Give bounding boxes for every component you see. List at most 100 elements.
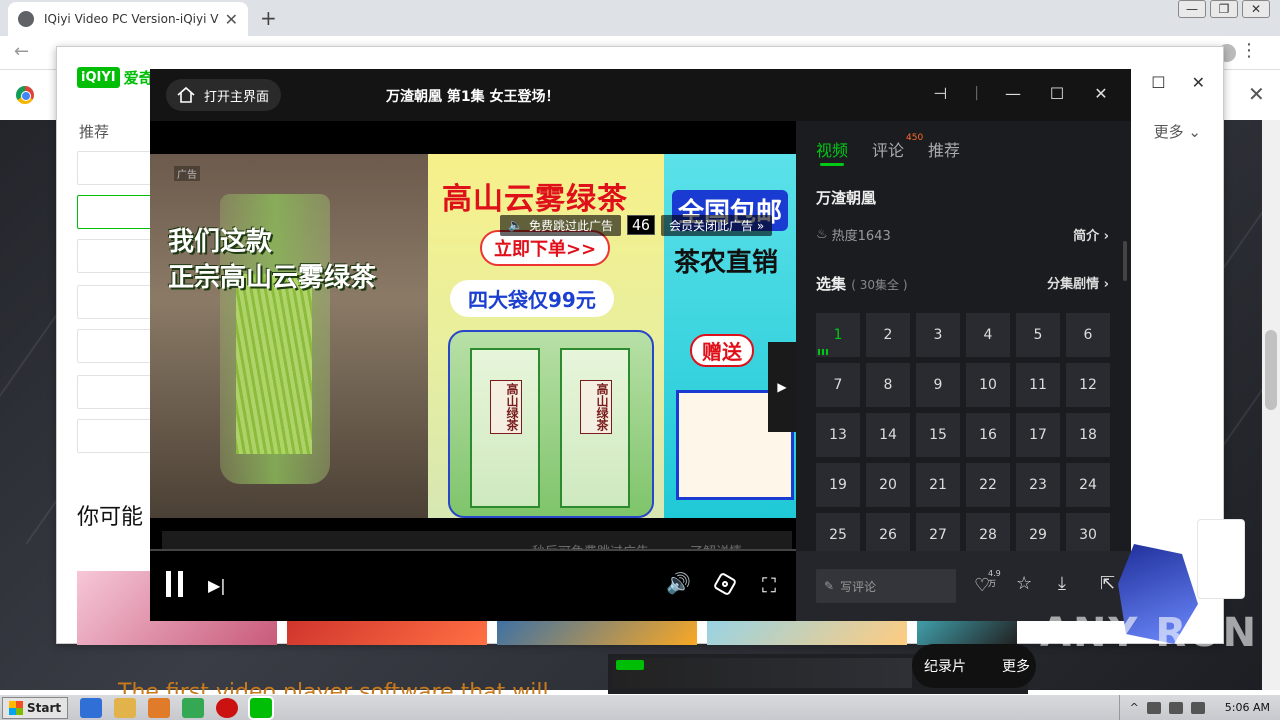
nav-recommend[interactable]: 推荐 <box>79 121 109 142</box>
comment-input[interactable]: ✎ 写评论 <box>816 569 956 603</box>
episode-button[interactable]: 3 <box>916 313 960 357</box>
documentary-more[interactable]: 更多 <box>1002 656 1030 676</box>
maximize-icon[interactable]: ☐ <box>1151 73 1165 92</box>
episode-button[interactable]: 23 <box>1016 463 1060 507</box>
episode-button[interactable]: 21 <box>916 463 960 507</box>
folder-icon[interactable] <box>114 697 137 718</box>
free-skip-button[interactable]: 🔈 免费跳过此广告 <box>500 214 621 236</box>
panel-tabs: 视频 评论 450 推荐 <box>816 133 960 166</box>
tea-bag: 高山绿茶 <box>470 348 540 508</box>
close-icon[interactable]: ✕ <box>1192 73 1205 92</box>
episode-button[interactable]: 19 <box>816 463 860 507</box>
minimize-icon[interactable]: — <box>1178 0 1206 18</box>
episode-button[interactable]: 15 <box>916 413 960 457</box>
episode-button[interactable]: 18 <box>1066 413 1110 457</box>
fullscreen-icon[interactable]: ⛶ <box>762 573 776 597</box>
episode-button[interactable]: 8 <box>866 363 910 407</box>
scrollbar-thumb[interactable] <box>1265 330 1277 410</box>
episode-button[interactable]: 24 <box>1066 463 1110 507</box>
episode-button[interactable]: 9 <box>916 363 960 407</box>
settings-icon[interactable] <box>712 571 738 597</box>
episodes-heading: 选集 ( 30集全 ) <box>816 273 908 294</box>
episode-button[interactable]: 7 <box>816 363 860 407</box>
documentary-chip[interactable]: 纪录片 更多 <box>912 644 1036 688</box>
ad-title: 高山云雾绿茶 <box>442 182 628 217</box>
episode-button[interactable]: 6 <box>1066 313 1110 357</box>
close-icon[interactable]: ✕ <box>1091 83 1111 103</box>
like-button[interactable]: ♡ 4.9万 <box>974 569 1001 596</box>
episode-button[interactable]: 11 <box>1016 363 1060 407</box>
iqiyi-taskbar-icon[interactable] <box>248 695 275 720</box>
episode-button[interactable]: 14 <box>866 413 910 457</box>
chevron-right-icon: › <box>1103 277 1109 292</box>
side-card[interactable] <box>1197 519 1245 599</box>
ad-control-bar: 🔈 免费跳过此广告 46 会员关闭此广告 » <box>500 214 773 236</box>
side-menu-item[interactable] <box>77 285 157 319</box>
clock: 5:06 AM <box>1224 701 1270 714</box>
ad-gift: 赠送 <box>690 334 754 367</box>
iqiyi-logo[interactable]: iQIYI 爱奇 <box>77 67 154 88</box>
side-menu-item-active[interactable] <box>77 195 157 229</box>
panel-scrollbar[interactable] <box>1123 241 1127 281</box>
open-main-button[interactable]: 打开主界面 <box>166 79 282 111</box>
close-icon[interactable]: ✕ <box>1242 0 1270 18</box>
episode-button[interactable]: 10 <box>966 363 1010 407</box>
tray-arrow-icon[interactable]: ^ <box>1130 701 1139 714</box>
pin-icon[interactable]: ⊣ <box>930 83 950 103</box>
next-episode-icon[interactable]: ▶| <box>208 576 226 595</box>
download-icon[interactable]: ⤓ <box>1058 573 1066 594</box>
windows-logo-icon <box>9 700 23 715</box>
restore-icon[interactable]: ❐ <box>1210 0 1238 18</box>
opera-icon[interactable] <box>216 697 239 718</box>
intro-link[interactable]: 简介 › <box>1073 225 1109 244</box>
tab-video[interactable]: 视频 <box>816 137 848 166</box>
nav-more[interactable]: 更多 ⌄ <box>1154 121 1201 142</box>
intro-label: 简介 <box>1073 229 1100 244</box>
panel-toggle-button[interactable]: ▶ <box>768 342 796 432</box>
browser-tab[interactable]: IQiyi Video PC Version-iQiyi Video Of ✕ <box>8 2 248 36</box>
start-button[interactable]: Start <box>2 696 69 719</box>
media-player-icon[interactable] <box>148 697 171 718</box>
kebab-menu-icon[interactable]: ⋮ <box>1240 40 1258 61</box>
episode-button[interactable]: 17 <box>1016 413 1060 457</box>
episode-button[interactable]: 1 <box>816 313 860 357</box>
side-menu-item[interactable] <box>77 151 157 185</box>
ie-icon[interactable] <box>80 697 103 718</box>
bar-close-icon[interactable]: ✕ <box>1248 82 1265 106</box>
episode-button[interactable]: 4 <box>966 313 1010 357</box>
side-menu-item[interactable] <box>77 239 157 273</box>
episode-button[interactable]: 20 <box>866 463 910 507</box>
volume-icon[interactable] <box>1168 701 1183 714</box>
share-icon[interactable]: ⇱ <box>1100 573 1115 594</box>
new-tab-button[interactable]: + <box>260 6 277 30</box>
episode-button[interactable]: 16 <box>966 413 1010 457</box>
volume-icon[interactable]: 🔊 <box>666 571 691 595</box>
tab-recommend[interactable]: 推荐 <box>928 137 960 161</box>
tab-comments[interactable]: 评论 450 <box>872 133 923 161</box>
flag-icon[interactable] <box>1190 701 1205 714</box>
vip-close-ad-button[interactable]: 会员关闭此广告 » <box>661 214 773 236</box>
episode-button[interactable]: 2 <box>866 313 910 357</box>
episode-button[interactable]: 13 <box>816 413 860 457</box>
video-area[interactable]: 广告 我们这款 正宗高山云雾绿茶 高山云雾绿茶 立即下单>> 四大袋仅99元 高… <box>150 121 796 549</box>
side-menu-item[interactable] <box>77 419 157 453</box>
minimize-icon[interactable]: — <box>1003 83 1023 103</box>
learn-more-link[interactable]: 了解详情 <box>690 541 742 549</box>
ad-video-frame[interactable]: 广告 我们这款 正宗高山云雾绿茶 高山云雾绿茶 立即下单>> 四大袋仅99元 高… <box>150 154 796 518</box>
back-arrow-icon[interactable]: ← <box>14 41 29 62</box>
side-menu-item[interactable] <box>77 375 157 409</box>
pause-icon[interactable] <box>166 571 184 597</box>
star-icon[interactable]: ☆ <box>1016 573 1032 594</box>
network-icon[interactable] <box>1146 701 1161 714</box>
episode-button[interactable]: 22 <box>966 463 1010 507</box>
episode-button[interactable]: 5 <box>1016 313 1060 357</box>
episode-button[interactable]: 12 <box>1066 363 1110 407</box>
chrome-icon[interactable] <box>182 697 205 718</box>
episode-plot-link[interactable]: 分集剧情 › <box>1047 273 1109 292</box>
you-may-like-heading: 你可能 <box>77 505 144 530</box>
like-count: 4.9万 <box>988 569 1001 588</box>
tab-close-icon[interactable]: ✕ <box>225 10 238 29</box>
maximize-icon[interactable]: ☐ <box>1047 83 1067 103</box>
speaker-icon: 🔈 <box>508 218 523 232</box>
side-menu-item[interactable] <box>77 329 157 363</box>
